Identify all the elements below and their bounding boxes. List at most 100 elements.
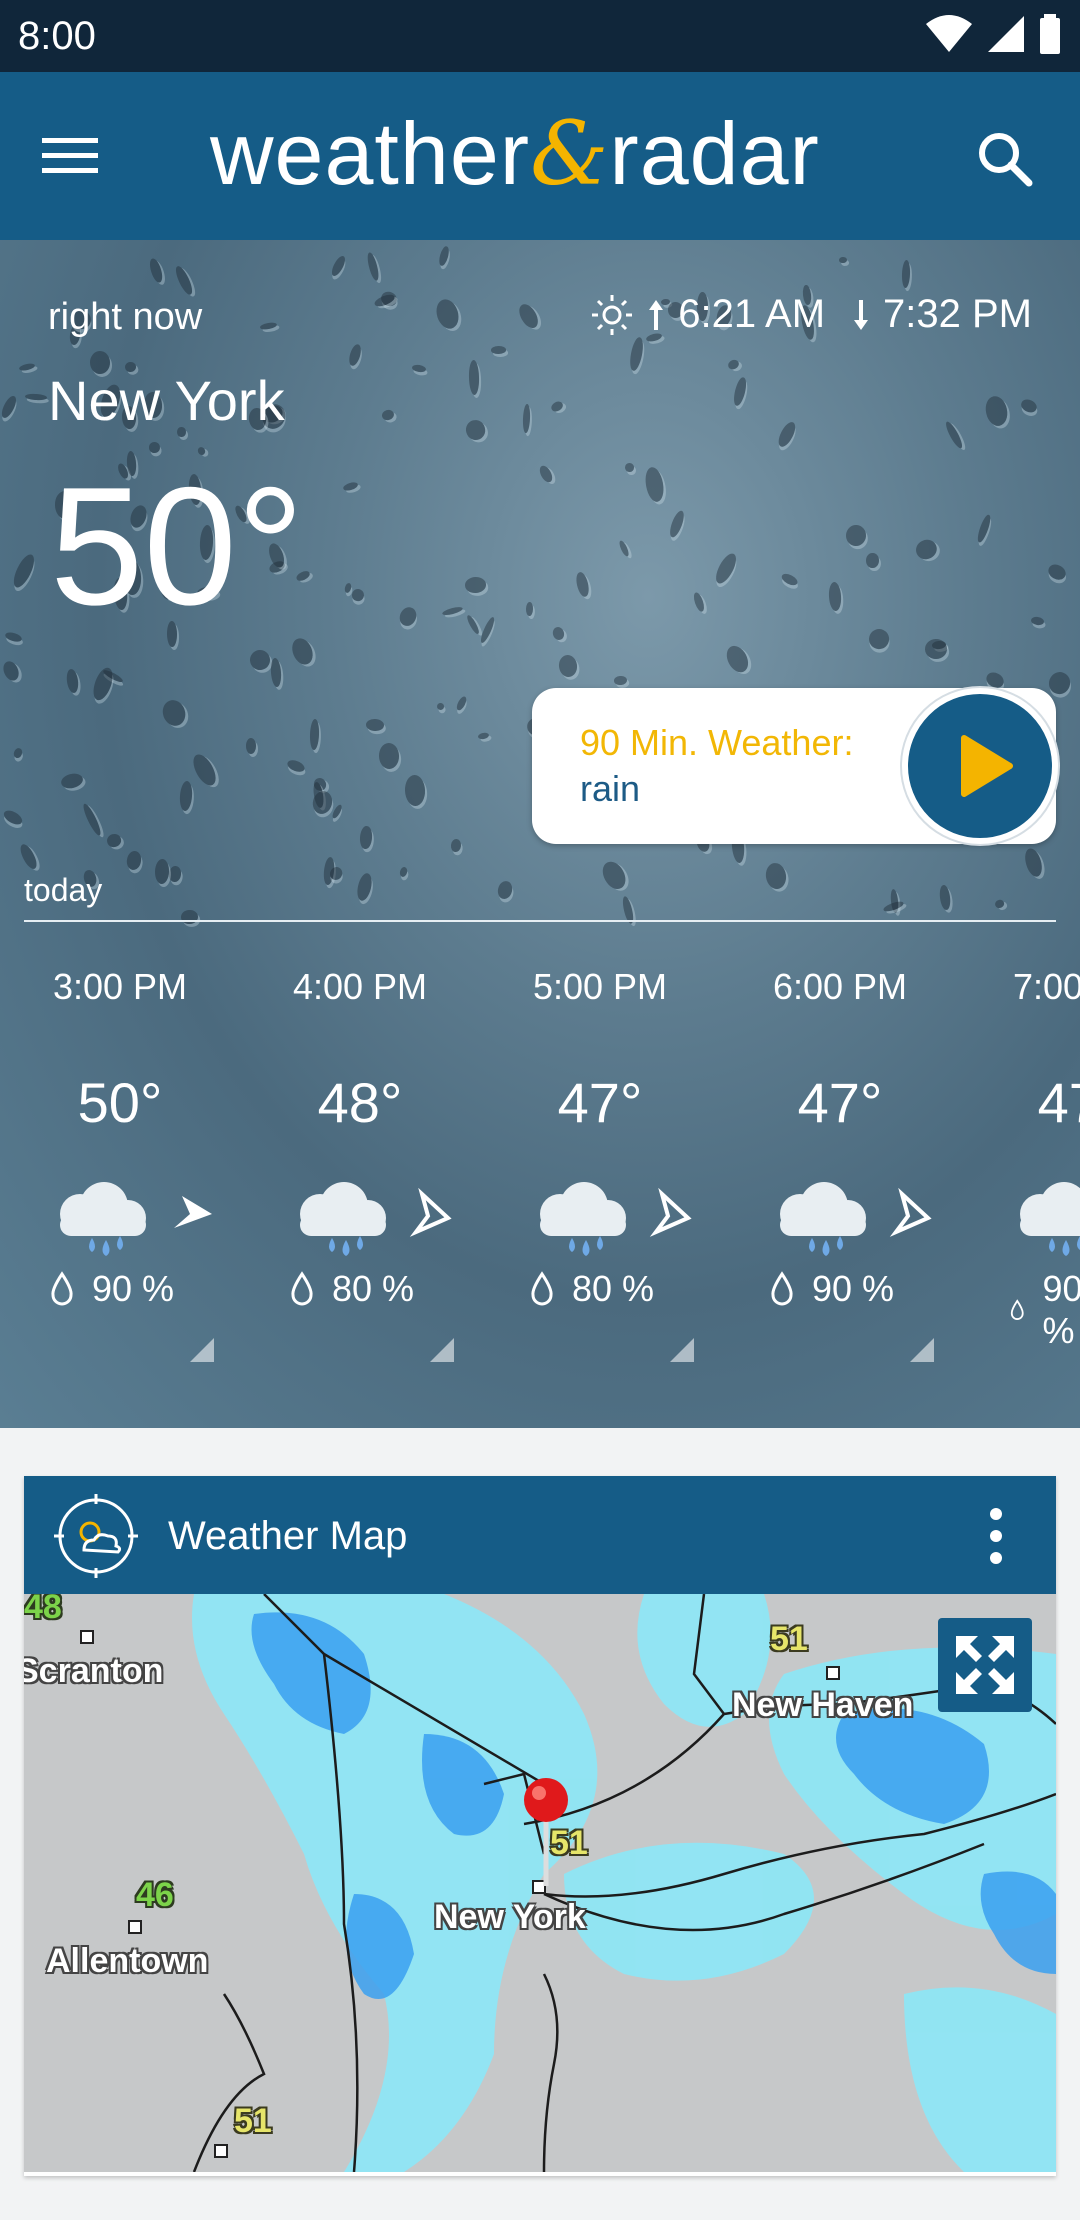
rain-drop bbox=[9, 551, 38, 590]
rain-drop bbox=[380, 409, 396, 423]
search-button[interactable] bbox=[970, 124, 1040, 194]
fullscreen-button[interactable] bbox=[938, 1618, 1032, 1712]
expand-corner-indicator bbox=[190, 1338, 214, 1362]
hour-temperature: 47° bbox=[797, 1071, 883, 1134]
map-city-label: Scranton bbox=[24, 1652, 164, 1690]
cloud-rain-icon bbox=[300, 1182, 386, 1256]
city-marker bbox=[826, 1666, 840, 1680]
cloud-rain-icon bbox=[1020, 1182, 1080, 1256]
hourly-forecast-list[interactable]: 3:00 PM 50° 90 % 4:00 PM 48° 80 % 5:00 P… bbox=[0, 958, 1080, 1388]
rain-drop bbox=[432, 296, 462, 332]
logo-text-radar: radar bbox=[609, 104, 820, 203]
rain-drop bbox=[355, 871, 375, 902]
hourly-item[interactable]: 7:00 PM 47° 90 % bbox=[960, 958, 1080, 1388]
rain-drop bbox=[399, 866, 410, 879]
current-weather-panel: right now New York 50° 6:21 AM 7:32 PM 9… bbox=[0, 240, 1080, 1428]
rain-drop bbox=[1, 808, 25, 828]
logo-ampersand: & bbox=[530, 102, 610, 205]
hourly-item[interactable]: 5:00 PM 47° 80 % bbox=[480, 958, 720, 1388]
hourly-item[interactable]: 6:00 PM 47° 90 % bbox=[720, 958, 960, 1388]
rain-drop bbox=[598, 858, 630, 893]
rain-drop bbox=[839, 256, 848, 264]
right-now-label: right now bbox=[48, 296, 203, 338]
rain-percent: 90 % bbox=[92, 1268, 175, 1309]
map-city-label: New York bbox=[434, 1898, 586, 1936]
rain-drop bbox=[0, 659, 22, 684]
more-options-button[interactable] bbox=[976, 1506, 1016, 1566]
rain-drop bbox=[147, 257, 165, 284]
map-city-label: New Haven bbox=[732, 1686, 914, 1724]
rain-percent: 80 % bbox=[572, 1268, 655, 1309]
rain-drop bbox=[285, 758, 306, 775]
rain-drop bbox=[642, 465, 666, 503]
rain-drop bbox=[1030, 616, 1045, 627]
rain-drop bbox=[378, 742, 400, 770]
rain-drop bbox=[845, 524, 867, 547]
rain-drop bbox=[4, 630, 23, 644]
rain-percent: 90 % bbox=[812, 1268, 895, 1309]
hour-rain-chance: 90 % bbox=[50, 1268, 174, 1310]
map-temp-label: 46 bbox=[136, 1876, 174, 1914]
rain-drop bbox=[557, 653, 578, 678]
location-pin-icon bbox=[524, 1778, 568, 1886]
rain-drop bbox=[624, 462, 634, 472]
rain-drop bbox=[983, 393, 1011, 428]
city-marker bbox=[80, 1630, 94, 1644]
status-bar: 8:00 bbox=[0, 0, 1080, 72]
rain-drop bbox=[912, 536, 940, 563]
rain-drop bbox=[126, 850, 144, 872]
rain-drop bbox=[478, 616, 497, 645]
rain-drop bbox=[349, 587, 366, 603]
app-bar: weather&radar bbox=[0, 72, 1080, 240]
rain-drop bbox=[828, 581, 843, 611]
rain-percent: 90 % bbox=[1042, 1268, 1080, 1351]
rain-drop bbox=[617, 539, 631, 558]
more-vert-icon bbox=[990, 1508, 1002, 1564]
wind-direction-icon bbox=[409, 1188, 452, 1237]
signal-icon bbox=[988, 16, 1024, 52]
sun-icon bbox=[592, 294, 633, 335]
nowcast-card[interactable]: 90 Min. Weather: rain bbox=[532, 688, 1058, 844]
rain-drop bbox=[1046, 669, 1074, 698]
rain-drop bbox=[1019, 397, 1040, 415]
rain-drop bbox=[464, 576, 487, 594]
rain-drop bbox=[574, 570, 591, 598]
radar-map[interactable]: 48 Scranton 51 New Haven 51 New York 46 … bbox=[24, 1594, 1056, 2172]
rain-drop bbox=[711, 550, 740, 587]
rain-drop bbox=[727, 358, 742, 372]
hour-rain-chance: 90 % bbox=[770, 1268, 894, 1310]
hour-time: 4:00 PM bbox=[292, 966, 428, 1007]
rain-drop bbox=[59, 772, 85, 791]
hamburger-icon bbox=[42, 138, 98, 173]
rain-drop bbox=[396, 604, 419, 629]
hour-rain-chance: 80 % bbox=[530, 1268, 654, 1310]
play-button[interactable] bbox=[902, 688, 1058, 844]
hourly-item[interactable]: 4:00 PM 48° 80 % bbox=[240, 958, 480, 1388]
rain-drop bbox=[17, 841, 40, 871]
hourly-item[interactable]: 3:00 PM 50° 90 % bbox=[0, 958, 240, 1388]
rain-drop bbox=[521, 403, 531, 433]
rain-drop bbox=[975, 513, 993, 545]
nowcast-title: 90 Min. Weather: bbox=[580, 722, 854, 763]
current-temperature: 50° bbox=[50, 452, 305, 640]
rain-drop bbox=[495, 879, 514, 901]
expand-corner-indicator bbox=[910, 1338, 934, 1362]
rain-drop bbox=[245, 738, 257, 755]
city-name: New York bbox=[48, 369, 285, 432]
rain-drop bbox=[342, 481, 359, 492]
hour-temperature: 47° bbox=[557, 1071, 643, 1134]
sunrise-arrow-icon bbox=[649, 299, 664, 330]
menu-button[interactable] bbox=[40, 126, 130, 186]
rain-drop bbox=[18, 362, 37, 373]
map-city-label: Allentown bbox=[46, 1942, 209, 1980]
wifi-icon bbox=[926, 15, 972, 52]
rain-percent: 80 % bbox=[332, 1268, 415, 1309]
raindrop-icon bbox=[531, 1271, 553, 1306]
today-label: today bbox=[24, 872, 103, 908]
status-time: 8:00 bbox=[18, 14, 96, 58]
play-icon bbox=[961, 735, 1013, 797]
rain-drop bbox=[692, 590, 707, 613]
rain-drop bbox=[343, 582, 353, 594]
map-temp-label: 51 bbox=[234, 2102, 272, 2140]
rain-drop bbox=[309, 718, 320, 751]
